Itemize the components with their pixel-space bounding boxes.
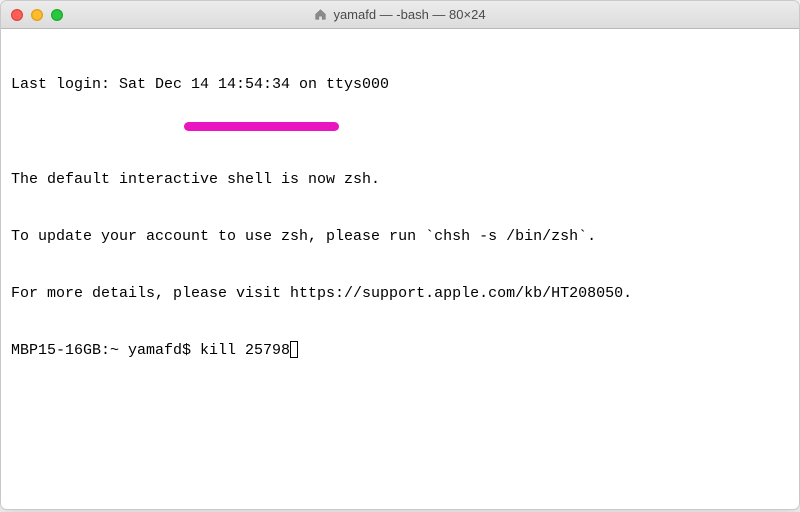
minimize-button[interactable] <box>31 9 43 21</box>
home-icon <box>314 8 327 21</box>
window-title-text: yamafd — -bash — 80×24 <box>333 7 485 22</box>
traffic-lights <box>11 9 63 21</box>
terminal-line: Last login: Sat Dec 14 14:54:34 on ttys0… <box>11 75 789 94</box>
terminal-line: The default interactive shell is now zsh… <box>11 170 789 189</box>
maximize-button[interactable] <box>51 9 63 21</box>
command-text: kill 25798 <box>200 342 290 359</box>
prompt-line: MBP15-16GB:~ yamafd$ kill 25798 <box>11 341 789 360</box>
titlebar[interactable]: yamafd — -bash — 80×24 <box>1 1 799 29</box>
terminal-body[interactable]: Last login: Sat Dec 14 14:54:34 on ttys0… <box>1 29 799 509</box>
close-button[interactable] <box>11 9 23 21</box>
prompt-text: MBP15-16GB:~ yamafd$ <box>11 342 200 359</box>
cursor <box>290 341 298 358</box>
annotation-underline <box>184 122 339 131</box>
terminal-window: yamafd — -bash — 80×24 Last login: Sat D… <box>0 0 800 510</box>
window-title: yamafd — -bash — 80×24 <box>1 7 799 22</box>
terminal-line: For more details, please visit https://s… <box>11 284 789 303</box>
terminal-line: To update your account to use zsh, pleas… <box>11 227 789 246</box>
